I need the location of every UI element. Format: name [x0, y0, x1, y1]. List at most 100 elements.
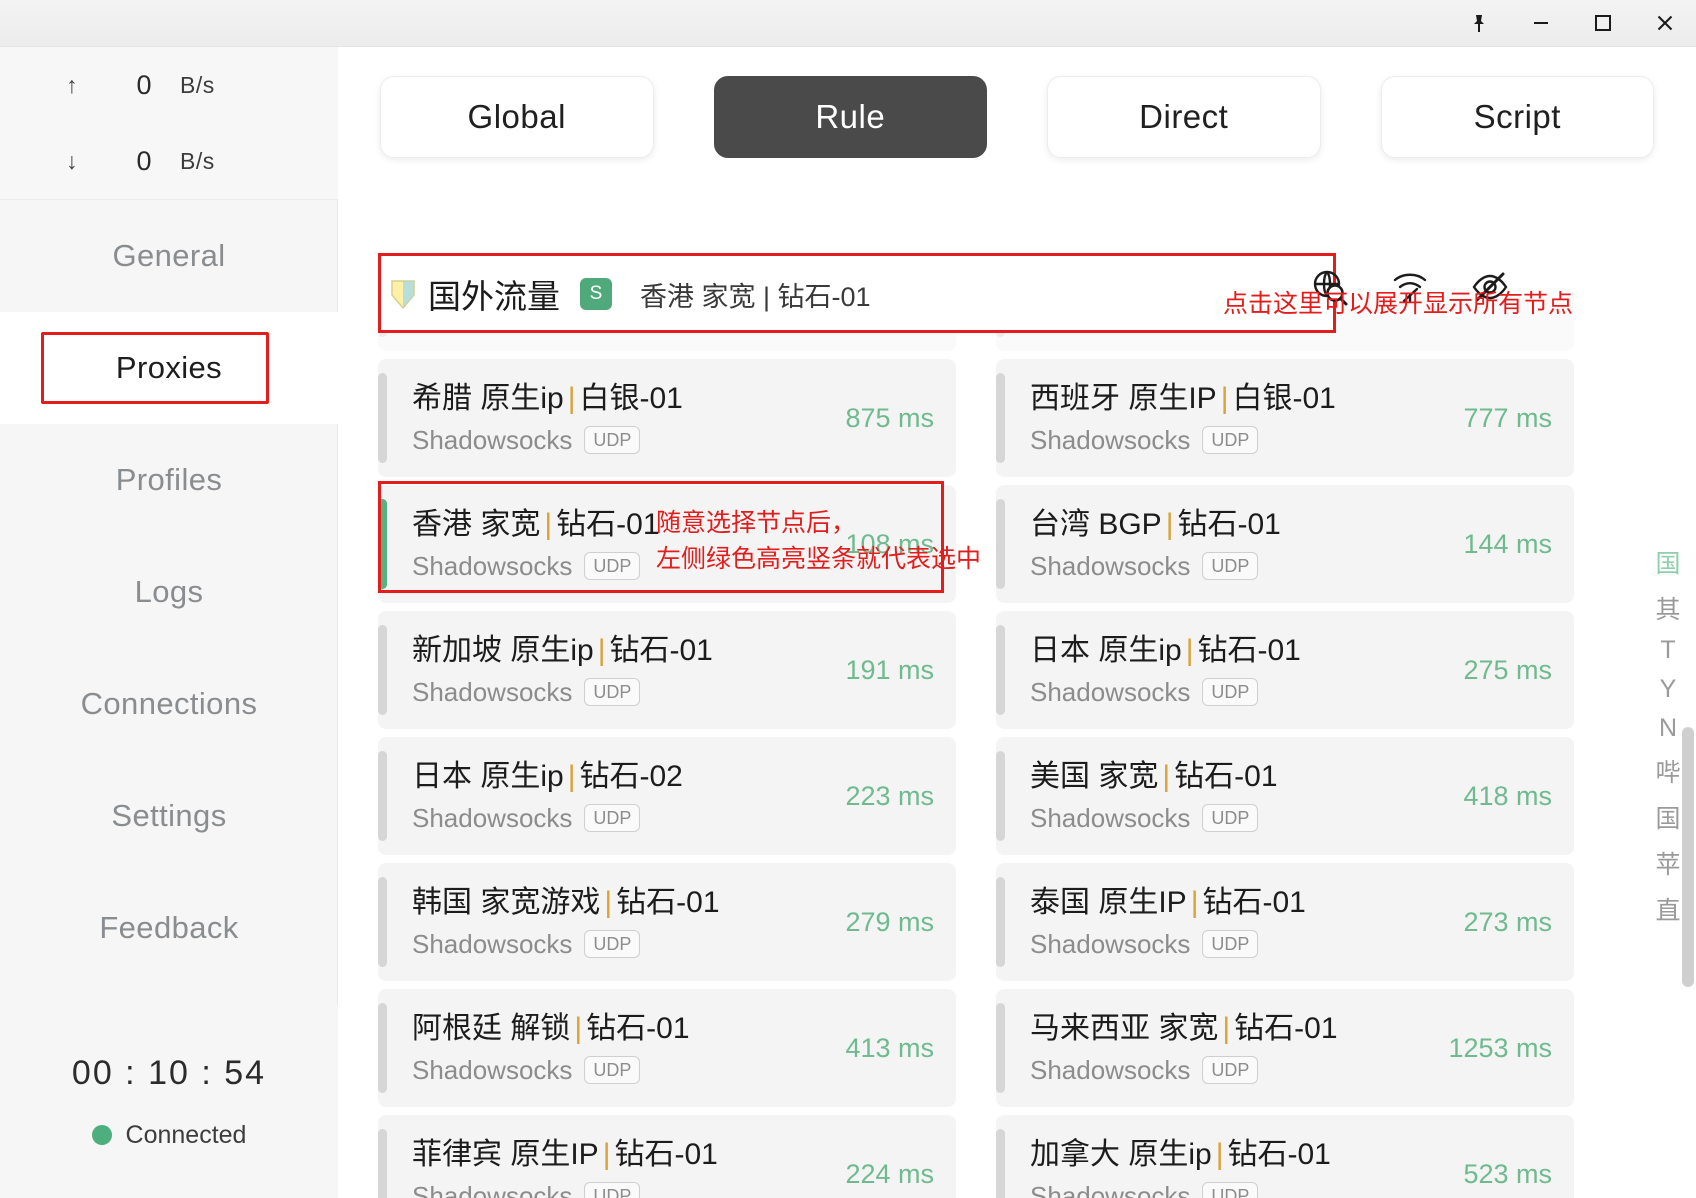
sidebar-item-label: Logs [134, 574, 204, 609]
speed-panel: ↑ 0 B/s ↓ 0 B/s [0, 47, 338, 200]
list-item[interactable]: 马来西亚 家宽 | 钻石-01 Shadowsocks UDP 1253 ms [996, 989, 1574, 1107]
udp-badge: UDP [584, 425, 641, 455]
group-index-item[interactable]: T [1660, 636, 1675, 665]
upload-arrow-icon: ↑ [66, 71, 78, 98]
group-index-item[interactable]: 苹 [1655, 845, 1680, 881]
node-name: 台湾 BGP | 钻石-01 [1030, 508, 1281, 542]
sidebar-item-logs[interactable]: Logs [0, 536, 338, 648]
selection-bar [996, 877, 1005, 967]
list-item[interactable]: 美国 家宽 | 钻石-01 Shadowsocks UDP 418 ms [996, 737, 1574, 855]
udp-badge: UDP [584, 803, 641, 833]
sidebar-item-label: Connections [80, 686, 258, 721]
selected-annotation-text: 随意选择节点后， 左侧绿色高亮竖条就代表选中 [656, 505, 981, 578]
udp-badge: UDP [1202, 929, 1259, 959]
sidebar-item-general[interactable]: General [0, 200, 338, 312]
list-item[interactable]: 泰国 原生IP | 钻石-01 Shadowsocks UDP 273 ms [996, 863, 1574, 981]
node-delay: 273 ms [1463, 906, 1552, 937]
list-item[interactable]: 加拿大 原生ip | 钻石-01 Shadowsocks UDP 523 ms [996, 1115, 1574, 1198]
sidebar: ↑ 0 B/s ↓ 0 B/s General Proxies Profiles [0, 47, 338, 1198]
maximize-icon[interactable] [1572, 0, 1634, 47]
node-protocol: Shadowsocks [1030, 676, 1191, 707]
selection-bar [996, 499, 1005, 589]
node-name: 日本 原生ip | 钻石-02 [412, 760, 683, 794]
udp-badge: UDP [584, 1055, 641, 1085]
node-name: 阿根廷 解锁 | 钻石-01 [412, 1012, 690, 1046]
udp-badge: UDP [1202, 803, 1259, 833]
selection-bar [378, 1129, 387, 1198]
tab-script[interactable]: Script [1380, 76, 1654, 158]
sidebar-item-proxies[interactable]: Proxies [0, 312, 338, 424]
title-bar [0, 0, 1696, 47]
pin-icon[interactable] [1448, 0, 1510, 47]
tab-global[interactable]: Global [380, 76, 654, 158]
download-speed-value: 0 [136, 145, 152, 176]
list-item[interactable]: 日本 原生ip | 钻石-01 Shadowsocks UDP 275 ms [996, 611, 1574, 729]
udp-badge: UDP [1202, 425, 1259, 455]
sidebar-item-feedback[interactable]: Feedback [0, 872, 338, 984]
sidebar-item-profiles[interactable]: Profiles [0, 424, 338, 536]
list-item[interactable]: 韩国 家宽游戏 | 钻石-01 Shadowsocks UDP 279 ms [378, 863, 956, 981]
node-protocol: Shadowsocks [1030, 550, 1191, 581]
node-name: 新加坡 原生ip | 钻石-01 [412, 634, 713, 668]
sidebar-item-label: Proxies [115, 350, 223, 385]
list-item[interactable]: 阿根廷 解锁 | 钻石-01 Shadowsocks UDP 413 ms [378, 989, 956, 1107]
node-protocol: Shadowsocks [1030, 802, 1191, 833]
node-protocol: Shadowsocks [1030, 1180, 1191, 1198]
tab-direct[interactable]: Direct [1047, 76, 1321, 158]
group-index-item[interactable]: 其 [1655, 590, 1680, 626]
list-item[interactable]: 菲律宾 原生IP | 钻石-01 Shadowsocks UDP 224 ms [378, 1115, 956, 1198]
download-speed-unit: B/s [180, 147, 215, 174]
scrollbar-thumb[interactable] [1682, 727, 1694, 987]
node-delay: 1253 ms [1448, 1032, 1552, 1063]
sidebar-item-settings[interactable]: Settings [0, 760, 338, 872]
udp-badge: UDP [1202, 1181, 1259, 1198]
proxy-group-header[interactable]: 国外流量 S 香港 家宽 | 钻石-01 点击这里可以展开显示所有节点 [338, 189, 1696, 333]
group-index-item[interactable]: 直 [1655, 891, 1680, 927]
sidebar-item-connections[interactable]: Connections [0, 648, 338, 760]
group-index-item[interactable]: N [1659, 714, 1677, 743]
tab-rule[interactable]: Rule [713, 76, 987, 158]
list-item[interactable]: 新加坡 原生ip | 钻石-01 Shadowsocks UDP 191 ms [378, 611, 956, 729]
close-icon[interactable] [1634, 0, 1696, 47]
uptime-timer: 00 : 10 : 54 [71, 1053, 267, 1092]
group-index-item[interactable]: 国 [1655, 799, 1680, 835]
node-delay: 279 ms [845, 906, 934, 937]
node-protocol: Shadowsocks [1030, 928, 1191, 959]
selection-bar [996, 373, 1005, 463]
list-item-selected[interactable]: 香港 家宽 | 钻石-01 Shadowsocks UDP 108 ms 随意选择节… [378, 481, 981, 603]
main-content: Global Rule Direct Script 国外流量 S 香港 家宽 |… [338, 47, 1696, 1198]
node-delay: 224 ms [845, 1158, 934, 1189]
udp-badge: UDP [584, 929, 641, 959]
udp-badge: UDP [1202, 1055, 1259, 1085]
node-delay: 413 ms [845, 1032, 934, 1063]
tab-label: Script [1473, 98, 1561, 135]
udp-badge: UDP [584, 677, 641, 707]
selection-bar [378, 1003, 387, 1093]
node-protocol: Shadowsocks [412, 1054, 573, 1085]
node-delay: 275 ms [1463, 654, 1552, 685]
minimize-icon[interactable] [1510, 0, 1572, 47]
list-item[interactable]: 希腊 原生ip | 白银-01 Shadowsocks UDP 875 ms [378, 359, 956, 477]
selection-bar [378, 625, 387, 715]
upload-speed-row: ↑ 0 B/s [0, 47, 338, 123]
node-name: 西班牙 原生IP | 白银-01 [1030, 382, 1336, 416]
annotation-line-2: 左侧绿色高亮竖条就代表选中 [656, 545, 982, 574]
status-dot-icon [91, 1125, 112, 1145]
node-name: 菲律宾 原生IP | 钻石-01 [412, 1138, 718, 1172]
node-name: 希腊 原生ip | 白银-01 [412, 382, 683, 416]
group-index-item[interactable]: 国 [1655, 544, 1680, 580]
proxy-list-viewport[interactable]: Shadowsocks UDP Shadowsocks UDP [338, 283, 1696, 1198]
status-badge: Connected [125, 1120, 247, 1149]
node-protocol: Shadowsocks [412, 550, 573, 581]
node-protocol: Shadowsocks [412, 802, 573, 833]
selection-bar [996, 625, 1005, 715]
node-delay: 875 ms [845, 402, 934, 433]
selection-bar [378, 499, 387, 589]
list-item[interactable]: 日本 原生ip | 钻石-02 Shadowsocks UDP 223 ms [378, 737, 956, 855]
upload-speed-unit: B/s [180, 71, 215, 98]
node-name: 马来西亚 家宽 | 钻石-01 [1030, 1012, 1338, 1046]
list-item[interactable]: 台湾 BGP | 钻石-01 Shadowsocks UDP 144 ms [996, 485, 1574, 603]
group-index-item[interactable]: 哔 [1655, 753, 1680, 789]
group-index-item[interactable]: Y [1660, 675, 1677, 704]
list-item[interactable]: 西班牙 原生IP | 白银-01 Shadowsocks UDP 777 ms [996, 359, 1574, 477]
